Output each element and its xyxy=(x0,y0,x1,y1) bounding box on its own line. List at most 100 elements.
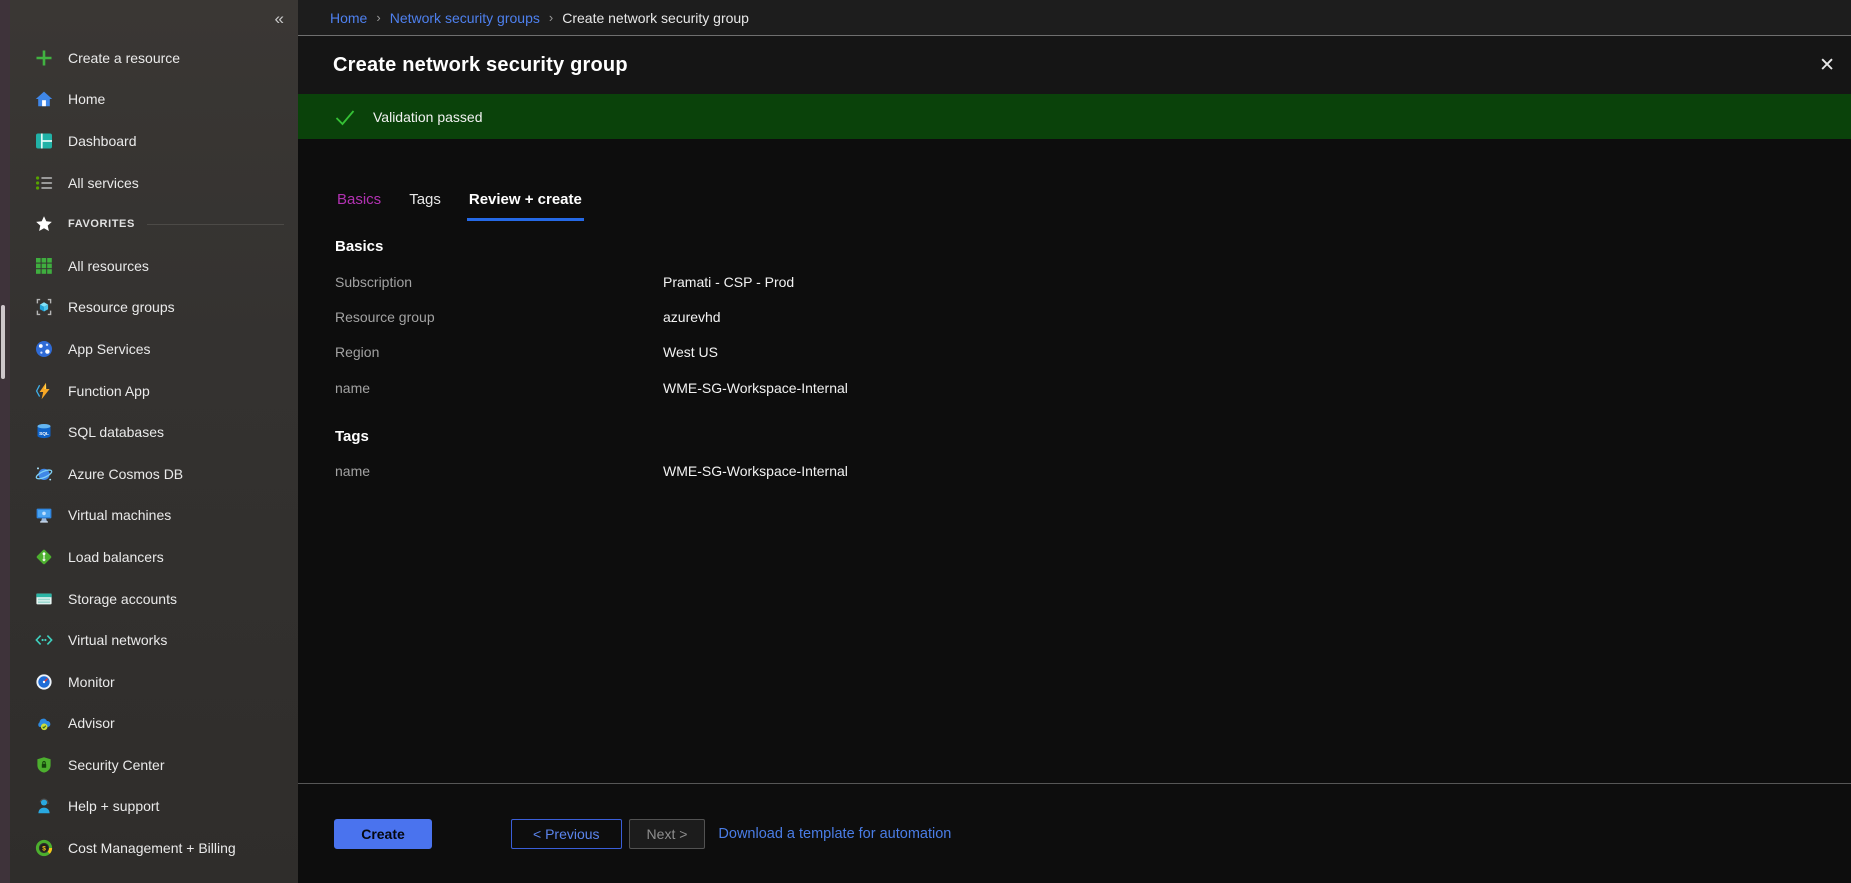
sidebar-collapse-row: « xyxy=(10,0,298,37)
tab-review-create[interactable]: Review + create xyxy=(467,191,584,221)
grid-icon xyxy=(35,257,53,275)
tab-basics[interactable]: Basics xyxy=(335,191,383,221)
breadcrumb-create-network-security-group: Create network security group xyxy=(562,10,749,26)
main-pane: Home › Network security groups › Create netw… xyxy=(298,0,1851,883)
virtual-network-icon xyxy=(35,631,53,649)
sidebar-item-all-resources[interactable]: All resources xyxy=(10,245,298,287)
sidebar-item-label: Resource groups xyxy=(68,299,175,315)
sidebar-item-security-center[interactable]: Security Center xyxy=(10,744,298,786)
page-title-bar: Create network security group ✕ xyxy=(298,36,1851,94)
left-rail-scrollbar[interactable] xyxy=(1,305,5,379)
sidebar-item-label: FAVORITES xyxy=(68,218,135,230)
sidebar-item-label: Advisor xyxy=(68,715,115,731)
svg-text:SQL: SQL xyxy=(39,431,49,437)
sidebar-item-dashboard[interactable]: Dashboard xyxy=(10,120,298,162)
sidebar-item-cost-management-billing[interactable]: $ Cost Management + Billing xyxy=(10,827,298,869)
collapse-sidebar-icon[interactable]: « xyxy=(275,10,284,27)
sidebar-item-label: Load balancers xyxy=(68,549,164,565)
sidebar-item-label: Cost Management + Billing xyxy=(68,840,236,856)
row-value: WME-SG-Workspace-Internal xyxy=(663,380,848,396)
sidebar-item-label: Virtual networks xyxy=(68,632,167,648)
help-person-icon xyxy=(35,797,53,815)
footer-action-bar: Create < Previous Next > Download a temp… xyxy=(298,783,1851,883)
sidebar-item-help-support[interactable]: Help + support xyxy=(10,786,298,828)
row-value: WME-SG-Workspace-Internal xyxy=(663,463,848,479)
row-label: Subscription xyxy=(335,274,663,290)
row-label: Resource group xyxy=(335,309,663,325)
sidebar-item-label: Monitor xyxy=(68,674,115,690)
section-heading: Tags xyxy=(335,428,1851,445)
sidebar-item-sql-databases[interactable]: SQL SQL databases xyxy=(10,411,298,453)
section-rows: SubscriptionPramati - CSP - Prod Resource… xyxy=(335,264,1851,406)
shield-lock-icon xyxy=(35,756,53,774)
next-button[interactable]: Next > xyxy=(629,819,706,849)
app-window: « Create a resourceHomeDashboardAll serv… xyxy=(0,0,1851,883)
create-button[interactable]: Create xyxy=(334,819,432,849)
detail-row: SubscriptionPramati - CSP - Prod xyxy=(335,264,1851,299)
sidebar-item-favorites: FAVORITES xyxy=(10,203,298,245)
lightning-icon xyxy=(35,382,53,400)
sidebar-item-storage-accounts[interactable]: Storage accounts xyxy=(10,578,298,620)
load-balancer-diamond-icon xyxy=(35,548,53,566)
banner-text: Validation passed xyxy=(373,109,482,125)
left-rail xyxy=(0,0,10,883)
resource-cube-icon xyxy=(35,298,53,316)
download-template-link[interactable]: Download a template for automation xyxy=(718,826,951,842)
sidebar-item-load-balancers[interactable]: Load balancers xyxy=(10,536,298,578)
cosmos-planet-icon xyxy=(35,465,53,483)
storage-icon xyxy=(35,590,53,608)
sidebar-item-label: Security Center xyxy=(68,757,164,773)
close-icon[interactable]: ✕ xyxy=(1813,54,1841,77)
sidebar-menu: Create a resource HomeDashboard All servic… xyxy=(10,37,298,869)
sidebar-item-all-services[interactable]: All services xyxy=(10,162,298,204)
favorites-divider xyxy=(147,224,284,225)
section-basics: Basics SubscriptionPramati - CSP - Prod Re… xyxy=(335,238,1851,406)
detail-row: nameWME-SG-Workspace-Internal xyxy=(335,370,1851,405)
detail-row: nameWME-SG-Workspace-Internal xyxy=(335,454,1851,489)
tab-bar: Basics Tags Review + create xyxy=(335,191,1851,221)
breadcrumb-separator: › xyxy=(376,10,380,25)
sidebar-item-create-a-resource[interactable]: Create a resource xyxy=(10,37,298,79)
sidebar-item-azure-cosmos-db[interactable]: Azure Cosmos DB xyxy=(10,453,298,495)
services-list-icon xyxy=(35,174,53,192)
app-services-icon xyxy=(35,340,53,358)
sidebar-item-advisor[interactable]: Advisor xyxy=(10,703,298,745)
sidebar-item-label: Virtual machines xyxy=(68,507,171,523)
sidebar-item-label: SQL databases xyxy=(68,424,164,440)
row-value: West US xyxy=(663,344,718,360)
sidebar-item-virtual-machines[interactable]: Virtual machines xyxy=(10,495,298,537)
breadcrumb-home[interactable]: Home xyxy=(330,10,367,26)
sidebar-item-label: App Services xyxy=(68,341,150,357)
sidebar-item-app-services[interactable]: App Services xyxy=(10,328,298,370)
section-rows: nameWME-SG-Workspace-Internal xyxy=(335,454,1851,489)
page-title: Create network security group xyxy=(333,54,1813,77)
check-icon xyxy=(333,105,357,129)
sidebar-item-label: Create a resource xyxy=(68,50,180,66)
sidebar: « Create a resource HomeDashboard All serv… xyxy=(10,0,298,883)
home-icon xyxy=(35,90,53,108)
breadcrumb: Home › Network security groups › Create netw… xyxy=(298,0,1851,36)
section-tags: Tags nameWME-SG-Workspace-Internal xyxy=(335,428,1851,489)
dashboard-icon xyxy=(35,132,53,150)
sidebar-item-label: Storage accounts xyxy=(68,591,177,607)
breadcrumb-network-security-groups[interactable]: Network security groups xyxy=(390,10,540,26)
review-sections: Basics SubscriptionPramati - CSP - Prod Re… xyxy=(335,238,1851,489)
previous-button[interactable]: < Previous xyxy=(511,819,622,849)
sidebar-item-label: All services xyxy=(68,175,139,191)
star-icon xyxy=(35,215,53,233)
breadcrumb-separator: › xyxy=(549,10,553,25)
sidebar-item-label: Help + support xyxy=(68,798,159,814)
sidebar-item-function-app[interactable]: Function App xyxy=(10,370,298,412)
tab-tags[interactable]: Tags xyxy=(407,191,443,221)
sidebar-item-virtual-networks[interactable]: Virtual networks xyxy=(10,619,298,661)
validation-banner: Validation passed xyxy=(298,94,1851,139)
sidebar-item-label: All resources xyxy=(68,258,149,274)
sidebar-item-monitor[interactable]: Monitor xyxy=(10,661,298,703)
sidebar-item-resource-groups[interactable]: Resource groups xyxy=(10,287,298,329)
row-value: azurevhd xyxy=(663,309,721,325)
section-heading: Basics xyxy=(335,238,1851,255)
sidebar-item-home[interactable]: Home xyxy=(10,79,298,121)
advisor-cloud-icon xyxy=(35,714,53,732)
cost-billing-icon: $ xyxy=(35,839,53,857)
sidebar-item-label: Azure Cosmos DB xyxy=(68,466,183,482)
